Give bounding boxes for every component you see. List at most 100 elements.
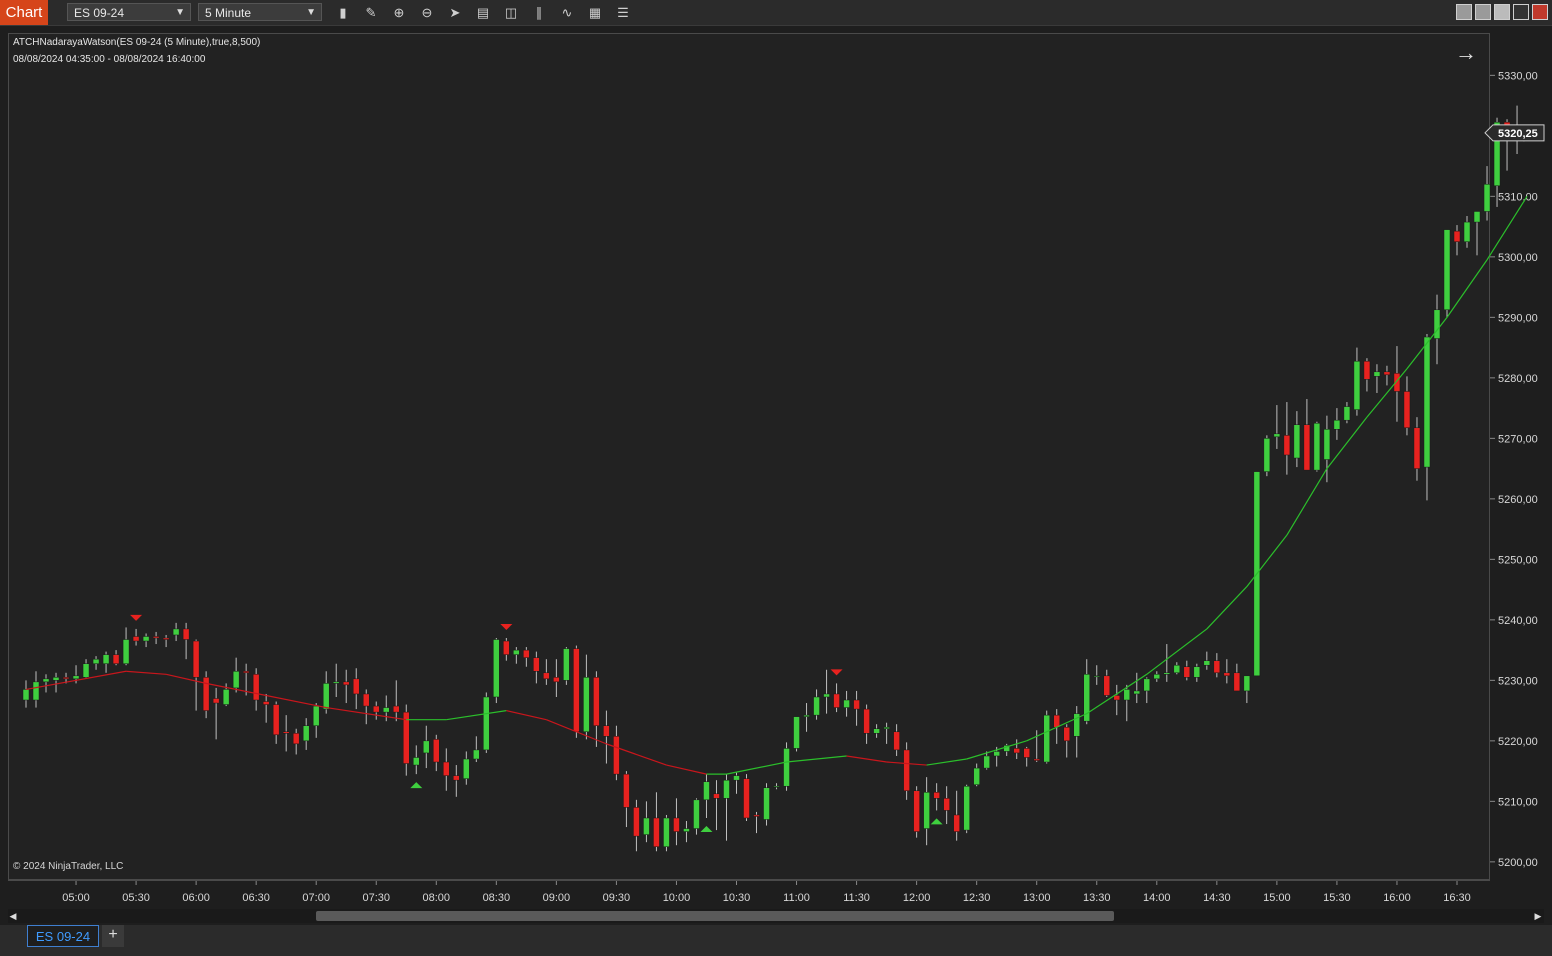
x-tick-label: 10:30 [723,892,751,904]
tab-es-09-24[interactable]: ES 09-24 [27,925,99,947]
candle-up [1323,429,1331,460]
x-tick-label: 16:30 [1443,892,1471,904]
candle-down [352,678,360,695]
chart-canvas: 5330,005320,005310,005300,005290,005280,… [22,70,1545,904]
candle-up [1243,675,1251,692]
candle-down [503,640,510,655]
scrollbar-thumb[interactable] [316,911,1114,921]
candle-up [643,817,650,835]
candle-down [453,775,460,781]
y-tick-label: 5330,00 [1498,70,1538,82]
candle-up [983,755,990,769]
candle-down [1023,748,1030,758]
candle-down [1053,714,1060,728]
candle-up [993,751,1000,757]
x-tick-label: 13:30 [1083,892,1111,904]
candle-up [122,639,130,664]
horizontal-scrollbar[interactable]: ◀ ▶ [8,909,1544,923]
scroll-to-end-arrow-icon[interactable]: → [1455,40,1477,66]
buy-signal-arrow [700,825,713,832]
candle-down [943,798,950,811]
sell-signal-arrow [830,669,843,676]
candle-up [1473,211,1481,223]
candle-down [192,640,200,678]
candle-up [513,649,520,655]
candle-down [242,671,250,674]
candle-down [282,731,290,734]
candle-up [1133,690,1141,695]
candle-up [322,683,330,710]
instrument-tab-bar: ES 09-24 + [0,925,1552,956]
x-axis-line [8,880,1490,881]
x-tick-label: 14:00 [1143,892,1171,904]
candle-up [423,740,430,754]
candle-up [332,681,340,684]
candle-up [1313,422,1321,471]
kernel-line-segment [846,755,887,763]
candle-down [1303,424,1311,471]
candle-down [1453,230,1461,242]
candle-up [1373,371,1381,377]
y-tick-label: 5220,00 [1498,736,1538,748]
candle-down [553,677,560,683]
y-tick-label: 5230,00 [1498,675,1538,687]
y-tick-label: 5300,00 [1498,252,1538,264]
sell-signal-arrow [500,624,513,630]
candle-up [1123,689,1131,701]
y-tick-label: 5310,00 [1498,191,1538,203]
candle-down [1383,371,1391,376]
candle-up [783,748,790,787]
candle-down [1283,435,1291,456]
candle-up [873,728,880,734]
candle-down [913,790,920,832]
candle-down [1183,666,1191,678]
candle-down [833,693,840,708]
scroll-right-icon[interactable]: ▶ [1533,909,1543,923]
candle-up [1263,438,1271,472]
kernel-line-segment [1486,196,1528,261]
candle-down [162,637,170,640]
x-tick-label: 11:00 [783,892,810,904]
y-tick-label: 5210,00 [1498,796,1538,808]
candle-up [843,699,850,708]
candle-down [152,636,160,639]
y-tick-label: 5250,00 [1498,554,1538,566]
candle-down [1233,672,1241,692]
buy-signal-arrow [930,818,943,825]
x-tick-label: 15:00 [1263,892,1291,904]
candle-up [302,725,310,742]
candle-down [1013,748,1020,754]
candle-up [172,628,180,636]
y-tick-label: 5200,00 [1498,857,1538,869]
candle-up [1153,674,1161,680]
candle-down [1063,726,1070,742]
candle-up [483,696,490,751]
candle-down [863,708,870,734]
candle-up [22,689,30,701]
kernel-line-segment [126,670,167,675]
candle-down [673,817,680,832]
candle-up [102,654,110,664]
candle-up [813,696,820,716]
candle-down [252,674,260,701]
add-tab-button[interactable]: + [102,925,124,947]
candle-down [623,773,630,808]
candle-down [903,749,910,792]
candle-down [953,814,960,832]
x-tick-label: 07:30 [362,892,390,904]
candle-down [62,677,70,680]
candle-up [1293,424,1301,459]
candle-down [1223,672,1231,677]
x-tick-label: 12:30 [963,892,991,904]
candle-down [132,636,140,642]
scroll-left-icon[interactable]: ◀ [8,909,18,923]
candle-down [433,739,440,763]
candle-up [92,658,100,664]
y-tick-label: 5260,00 [1498,494,1538,506]
candle-up [1203,660,1211,666]
x-tick-label: 13:00 [1023,892,1051,904]
kernel-line-segment [926,758,967,766]
candle-up [923,792,930,829]
candle-up [723,779,730,799]
candle-down [1363,360,1371,380]
